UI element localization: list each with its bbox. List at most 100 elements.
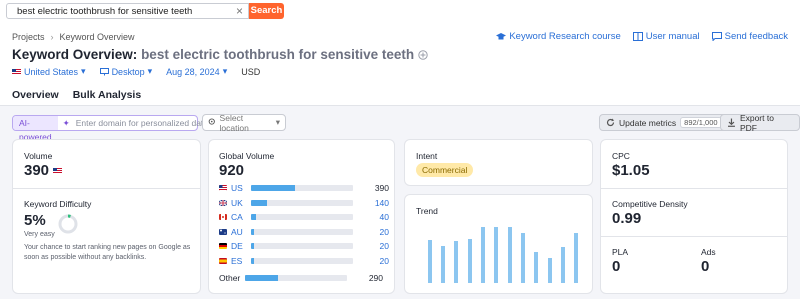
search-input[interactable]: best electric toothbrush for sensitive t…: [6, 3, 249, 19]
global-volume-rows: US 390 UK 140 CA 40 AU 20 DE 20 ES 20 Other 290: [219, 181, 389, 286]
volume-bar: [251, 228, 255, 235]
breadcrumb: Projects › Keyword Overview: [12, 32, 135, 42]
ca-flag-icon: [219, 214, 227, 221]
breadcrumb-current: Keyword Overview: [59, 32, 135, 42]
intent-badge: Commercial: [416, 163, 474, 177]
volume-bar: [251, 243, 255, 250]
cpc-value: $1.05: [612, 162, 650, 179]
country-row-es[interactable]: ES 20: [219, 254, 389, 269]
volume-label: Volume: [24, 151, 53, 161]
trend-bar: [521, 232, 525, 283]
pla-value: 0: [612, 258, 621, 275]
manual-link[interactable]: User manual: [632, 31, 700, 42]
top-links: Keyword Research course User manual Send…: [496, 31, 788, 42]
page-title: Keyword Overview: best electric toothbru…: [12, 47, 428, 62]
trend-bar: [547, 257, 552, 283]
global-volume-card: Global Volume 920 US 390 UK 140 CA 40 AU 20 DE 20…: [208, 139, 395, 294]
volume-bar: [251, 199, 268, 206]
update-metrics-button[interactable]: Update metrics 892/1,000: [599, 114, 729, 131]
volume-value: 390: [24, 162, 63, 179]
us-flag-icon: [53, 167, 63, 174]
kd-donut-chart: [58, 214, 78, 234]
trend-bar: [574, 233, 579, 283]
add-circle-icon[interactable]: [418, 50, 428, 60]
volume-kd-card: Volume 390 Keyword Difficulty 5% Very ea…: [12, 139, 201, 294]
kd-value: 5%: [24, 212, 46, 229]
trend-bar: [494, 227, 499, 283]
competitive-density-label: Competitive Density: [612, 199, 688, 209]
volume-bar-track: [251, 243, 353, 250]
kd-label: Keyword Difficulty: [24, 199, 92, 209]
country-code: AU: [231, 226, 243, 237]
export-pdf-button[interactable]: Export to PDF: [720, 113, 800, 133]
graduation-cap-icon: [496, 33, 507, 40]
trend-bar: [561, 247, 565, 283]
country-volume: 20: [379, 241, 389, 252]
cpc-label: CPC: [612, 151, 630, 161]
other-volume: 290: [368, 273, 383, 284]
us-flag-icon: [219, 185, 227, 192]
course-link[interactable]: Keyword Research course: [496, 31, 621, 42]
country-select[interactable]: United States ▾: [12, 66, 86, 77]
trend-bar: [454, 241, 459, 283]
uk-flag-icon: [219, 199, 227, 206]
country-volume: 390: [374, 183, 389, 194]
trend-card: Trend: [404, 194, 593, 294]
country-code: ES: [231, 255, 243, 266]
global-volume-value: 920: [219, 162, 245, 179]
country-row-us[interactable]: US 390: [219, 181, 389, 196]
trend-bar: [467, 238, 472, 283]
search-input-value: best electric toothbrush for sensitive t…: [17, 6, 193, 17]
ai-badge: AI-powered: [13, 116, 58, 142]
trend-bar: [534, 251, 539, 283]
country-volume: 20: [379, 226, 389, 237]
country-row-ca[interactable]: CA 40: [219, 210, 389, 225]
kd-level: Very easy: [24, 231, 55, 238]
chevron-down-icon: ▾: [222, 66, 228, 76]
intent-label: Intent: [416, 151, 438, 161]
volume-bar: [251, 214, 257, 221]
page-title-keyword: best electric toothbrush for sensitive t…: [141, 47, 415, 62]
chevron-right-icon: ›: [50, 32, 54, 42]
country-code: UK: [231, 197, 243, 208]
breadcrumb-projects[interactable]: Projects: [12, 32, 45, 42]
us-flag-icon: [12, 68, 21, 75]
kd-note: Your chance to start ranking new pages o…: [24, 244, 191, 261]
currency-label: USD: [241, 66, 261, 77]
country-row-au[interactable]: AU 20: [219, 225, 389, 240]
pla-label: PLA: [612, 247, 629, 257]
intent-card: Intent Commercial: [404, 139, 593, 186]
search-button[interactable]: Search: [249, 3, 284, 19]
country-volume: 140: [374, 197, 389, 208]
country-row-uk[interactable]: UK 140: [219, 196, 389, 211]
device-select[interactable]: Desktop ▾: [99, 66, 153, 77]
monitor-icon: [99, 67, 109, 75]
country-row-de[interactable]: DE 20: [219, 239, 389, 254]
trend-bar: [507, 227, 512, 283]
card-divider: [601, 188, 787, 189]
location-select[interactable]: Select location ▾: [202, 113, 286, 133]
other-label: Other: [219, 273, 241, 284]
clear-icon[interactable]: ×: [236, 4, 243, 18]
date-select[interactable]: Aug 28, 2024 ▾: [166, 66, 227, 77]
feedback-link[interactable]: Send feedback: [711, 31, 788, 42]
trend-label: Trend: [416, 206, 438, 216]
trend-bar: [481, 227, 485, 283]
message-icon: [711, 32, 722, 41]
chevron-down-icon: ▾: [147, 66, 153, 76]
trend-bar: [441, 245, 445, 283]
cpc-card: CPC $1.05 Competitive Density 0.99 PLA 0…: [600, 139, 788, 294]
download-icon: [727, 118, 735, 127]
volume-bar: [251, 257, 255, 264]
book-icon: [632, 32, 643, 41]
ads-value: 0: [701, 258, 710, 275]
country-code: US: [231, 183, 243, 194]
personalized-domain-input[interactable]: AI-powered ✦ Enter domain for personaliz…: [12, 115, 208, 142]
volume-bar-track: [251, 185, 353, 192]
filters: United States ▾ Desktop ▾ Aug 28, 2024 ▾…: [12, 66, 260, 77]
metrics-count-badge: 892/1,000: [680, 117, 722, 128]
de-flag-icon: [219, 243, 227, 250]
country-volume: 20: [379, 255, 389, 266]
volume-bar-track: [251, 257, 353, 264]
au-flag-icon: [219, 228, 227, 235]
